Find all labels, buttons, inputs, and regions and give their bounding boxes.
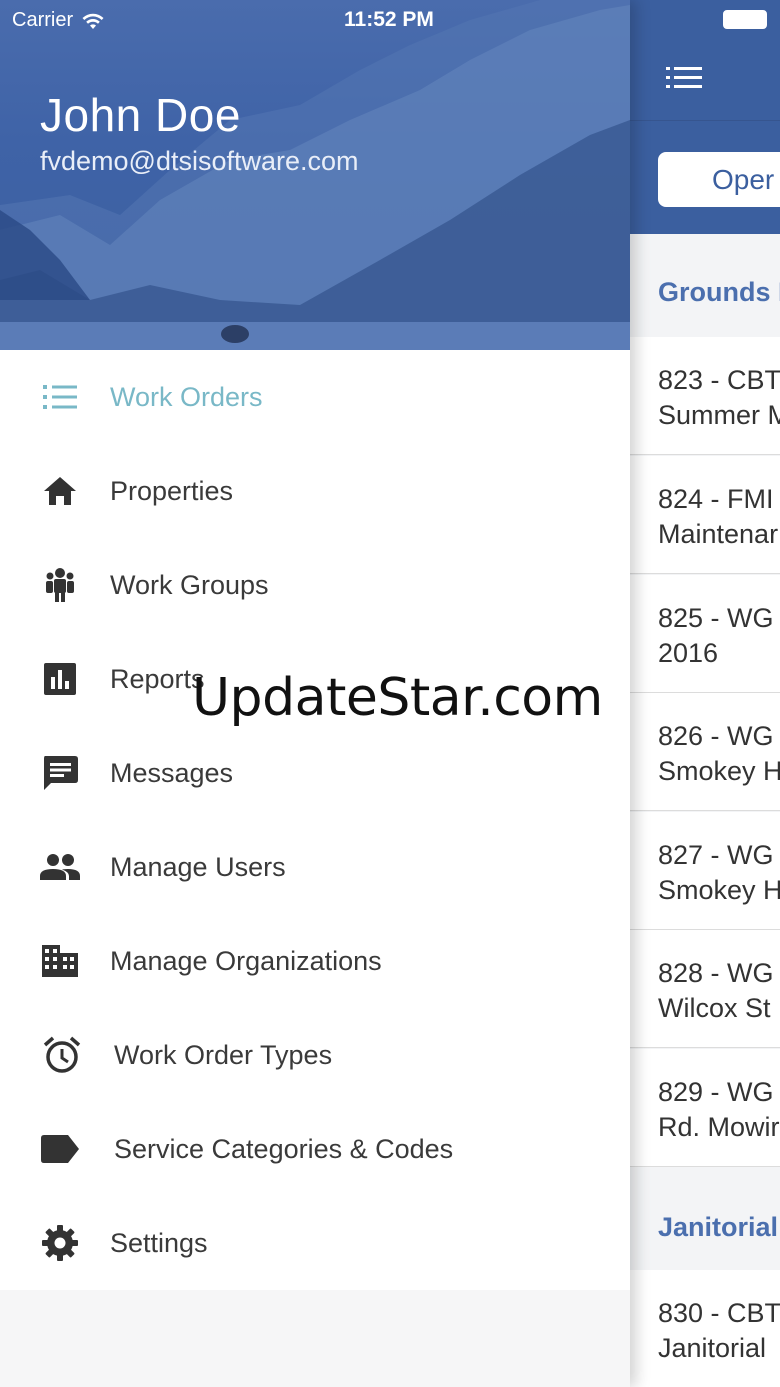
wifi-icon (82, 13, 104, 29)
work-order-subtitle: Smokey H (658, 756, 780, 786)
menu-item-label: Work Orders (110, 381, 263, 412)
battery-icon (723, 10, 767, 29)
work-order-title: 828 - WG (658, 958, 774, 988)
user-name: John Doe (40, 89, 241, 141)
work-order-row[interactable]: 830 - CBT Janitorial (628, 1270, 780, 1387)
menu-item-label: Settings (110, 1227, 208, 1258)
bar-chart-icon (40, 659, 80, 699)
work-order-row[interactable]: 823 - CBT Summer M (628, 337, 780, 455)
menu-item-manage-users[interactable]: Manage Users (0, 820, 630, 914)
menu-item-service-categories[interactable]: Service Categories & Codes (0, 1102, 630, 1196)
drawer-menu: Work Orders Properties Work Groups Repor… (0, 350, 630, 1290)
work-order-subtitle: Summer M (658, 400, 780, 430)
message-icon (40, 753, 80, 793)
work-order-row[interactable]: 827 - WG Smokey H (628, 812, 780, 930)
carrier-indicator: Carrier (12, 9, 105, 32)
menu-item-properties[interactable]: Properties (0, 444, 630, 538)
menu-item-settings[interactable]: Settings (0, 1196, 630, 1290)
work-order-title: 824 - FMI (658, 484, 774, 514)
section-header: Grounds I (628, 234, 780, 337)
menu-item-work-orders[interactable]: Work Orders (0, 350, 630, 444)
work-order-title: 830 - CBT (658, 1298, 780, 1328)
home-icon (40, 471, 80, 511)
work-order-subtitle: 2016 (658, 638, 719, 668)
menu-item-work-groups[interactable]: Work Groups (0, 538, 630, 632)
work-order-subtitle: Janitorial (658, 1333, 767, 1363)
group-icon (40, 565, 80, 605)
work-order-row[interactable]: 828 - WG Wilcox St (628, 930, 780, 1048)
menu-item-label: Work Groups (110, 569, 269, 600)
tag-icon (40, 1129, 80, 1169)
work-order-subtitle: Maintenar (658, 519, 779, 549)
watermark-text: UpdateStar.com (192, 668, 603, 728)
work-order-title: 823 - CBT (658, 365, 780, 395)
menu-item-label: Service Categories & Codes (114, 1133, 454, 1164)
menu-item-label: Manage Organizations (110, 945, 382, 976)
work-orders-screen: Oper Grounds I 823 - CBT Summer M 824 - … (628, 0, 780, 1387)
menu-item-messages[interactable]: Messages (0, 726, 630, 820)
work-order-row[interactable]: 824 - FMI Maintenar (628, 456, 780, 574)
work-order-title: 827 - WG (658, 840, 774, 870)
clock: 11:52 PM (344, 8, 434, 31)
section-header: Janitorial (628, 1167, 780, 1270)
work-order-row[interactable]: 829 - WG Rd. Mowir (628, 1049, 780, 1167)
building-icon (40, 941, 80, 981)
work-order-row[interactable]: 825 - WG 2016 (628, 575, 780, 693)
drawer-header: John Doe fvdemo@dtsisoftware.com (0, 0, 630, 350)
work-order-title: 829 - WG (658, 1077, 774, 1107)
menu-item-label: Messages (110, 757, 234, 788)
drawer-footer (0, 1290, 630, 1387)
work-order-subtitle: Rd. Mowir (658, 1112, 780, 1142)
list-icon (40, 377, 80, 417)
carrier-label: Carrier (12, 9, 74, 31)
work-order-row[interactable]: 826 - WG Smokey H (628, 693, 780, 811)
segment-open-button[interactable]: Oper (658, 152, 780, 207)
users-icon (40, 847, 80, 887)
menu-item-work-order-types[interactable]: Work Order Types (0, 1008, 630, 1102)
section-title: Grounds I (658, 277, 780, 307)
menu-item-manage-organizations[interactable]: Manage Organizations (0, 914, 630, 1008)
section-title: Janitorial (658, 1212, 779, 1242)
work-order-subtitle: Smokey H (658, 875, 780, 905)
segment-bar: Oper (628, 120, 780, 234)
menu-list-icon[interactable] (666, 66, 702, 90)
gear-icon (40, 1223, 80, 1263)
work-order-title: 825 - WG (658, 603, 774, 633)
menu-item-label: Work Order Types (114, 1039, 333, 1070)
user-email: fvdemo@dtsisoftware.com (40, 146, 359, 176)
status-bar: Carrier 11:52 PM (0, 0, 780, 40)
menu-item-label: Reports (110, 663, 205, 694)
menu-item-label: Properties (110, 475, 234, 506)
work-order-subtitle: Wilcox St (658, 993, 771, 1023)
work-order-title: 826 - WG (658, 721, 774, 751)
alarm-clock-icon (42, 1035, 82, 1075)
menu-item-label: Manage Users (110, 851, 286, 882)
